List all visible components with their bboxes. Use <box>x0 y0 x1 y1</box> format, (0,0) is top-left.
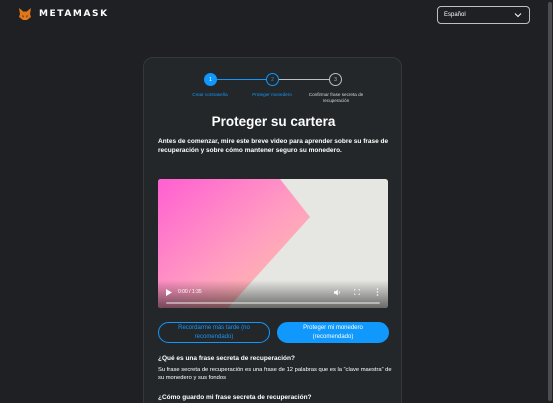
stepper-line-pending <box>278 79 332 80</box>
step-2-number: 2 <box>271 76 274 83</box>
language-select-value: Español <box>444 12 466 18</box>
volume-icon[interactable] <box>334 289 341 296</box>
step-3-number: 3 <box>334 76 337 83</box>
chevron-down-icon <box>514 13 522 18</box>
page-title: Proteger su cartera <box>211 114 336 129</box>
step-2-indicator: 2 <box>266 73 279 86</box>
remind-later-button[interactable]: Recordarme más tarde (no recomendado) <box>158 322 270 343</box>
more-vertical-icon[interactable] <box>376 288 379 296</box>
stepper-line-complete <box>216 79 270 80</box>
step-1-label: Crear contraseña <box>192 92 228 97</box>
video-time: 0:00 / 1:35 <box>178 289 202 295</box>
video-progress-bar[interactable] <box>166 302 380 304</box>
progress-stepper: 1 2 3 Crear contraseña Proteger monedero… <box>144 72 403 112</box>
step-1-indicator: 1 <box>204 73 217 86</box>
onboarding-card: 1 2 3 Crear contraseña Proteger monedero… <box>143 57 402 403</box>
fullscreen-icon[interactable] <box>354 289 360 295</box>
language-select[interactable]: Español <box>437 6 530 24</box>
metamask-fox-icon <box>19 8 31 20</box>
video-controls: 0:00 / 1:35 <box>158 280 388 308</box>
top-bar: METAMASK Español <box>0 0 553 30</box>
faq-answer-1: Su frase secreta de recuperación es una … <box>158 367 392 382</box>
step-2-label: Proteger monedero <box>252 92 292 97</box>
brand: METAMASK <box>18 8 109 20</box>
step-3-indicator: 3 <box>329 73 342 86</box>
faq-question-1: ¿Qué es una frase secreta de recuperació… <box>158 355 295 362</box>
step-1-number: 1 <box>209 76 212 83</box>
brand-name: METAMASK <box>39 9 109 19</box>
secure-wallet-button[interactable]: Proteger mi monedero (recomendado) <box>277 322 389 343</box>
scrollbar-thumb[interactable] <box>548 2 552 401</box>
play-icon[interactable] <box>166 289 172 296</box>
faq-question-2: ¿Cómo guardo mi frase secreta de recuper… <box>158 394 312 401</box>
intro-text: Antes de comenzar, mire este breve video… <box>158 138 389 155</box>
step-3-label: Confirmar frase secreta de recuperación <box>308 92 364 104</box>
education-video[interactable]: 0:00 / 1:35 <box>158 179 388 308</box>
